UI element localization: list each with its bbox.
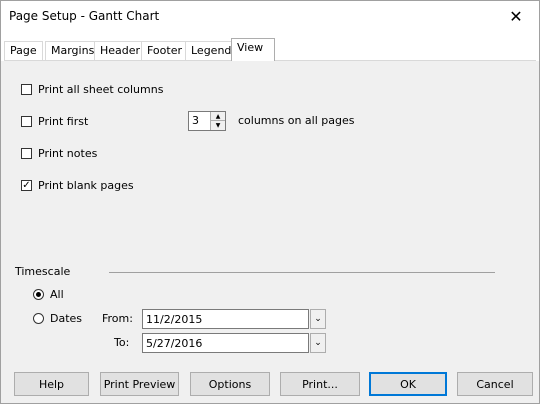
print-first-columns-value[interactable]: 3 <box>192 114 199 127</box>
tab-strip: Page Margins Header Footer Legend View <box>1 31 539 61</box>
from-date-combo[interactable]: 11/2/2015 ⌄ <box>142 309 326 329</box>
to-label: To: <box>114 336 130 349</box>
timescale-dates-row[interactable]: Dates <box>33 312 82 325</box>
window-title: Page Setup - Gantt Chart <box>9 9 160 23</box>
timescale-all-label: All <box>50 288 64 301</box>
close-icon: ✕ <box>509 6 523 26</box>
from-date-value[interactable]: 11/2/2015 <box>146 313 202 326</box>
chevron-down-icon: ⌄ <box>314 314 322 324</box>
timescale-dates-radio[interactable] <box>33 313 44 324</box>
close-button[interactable]: ✕ <box>493 1 539 31</box>
to-date-dropdown-button[interactable]: ⌄ <box>310 333 326 353</box>
print-preview-button[interactable]: Print Preview <box>100 372 179 396</box>
spinner-buttons: ▲ ▼ <box>210 112 225 130</box>
check-icon: ✓ <box>22 179 31 191</box>
print-first-columns-spinner[interactable]: 3 ▲ ▼ <box>188 111 226 131</box>
cancel-button[interactable]: Cancel <box>457 372 533 396</box>
view-panel: Print all sheet columns Print first 3 ▲ … <box>4 60 536 366</box>
print-blank-pages-row[interactable]: ✓ Print blank pages <box>21 179 134 192</box>
to-date-combo[interactable]: 5/27/2016 ⌄ <box>142 333 326 353</box>
print-first-label: Print first <box>38 115 89 128</box>
print-all-sheet-columns-label: Print all sheet columns <box>38 83 164 96</box>
ok-button[interactable]: OK <box>369 372 447 396</box>
from-date-dropdown-button[interactable]: ⌄ <box>310 309 326 329</box>
timescale-all-radio[interactable] <box>33 289 44 300</box>
columns-on-all-pages-label: columns on all pages <box>238 114 355 127</box>
timescale-dates-label: Dates <box>50 312 83 325</box>
page-setup-dialog: Page Setup - Gantt Chart ✕ Page Margins … <box>0 0 540 404</box>
print-notes-row[interactable]: Print notes <box>21 147 97 160</box>
print-all-sheet-columns-checkbox[interactable] <box>21 84 32 95</box>
from-label: From: <box>102 312 133 325</box>
timescale-group-label: Timescale <box>15 265 71 278</box>
spin-up-button[interactable]: ▲ <box>211 112 225 121</box>
tab-margins[interactable]: Margins <box>45 41 101 60</box>
chevron-down-icon: ⌄ <box>314 338 322 348</box>
print-button[interactable]: Print... <box>280 372 360 396</box>
tab-page[interactable]: Page <box>4 41 43 60</box>
print-first-checkbox[interactable] <box>21 116 32 127</box>
options-button[interactable]: Options <box>190 372 270 396</box>
print-notes-checkbox[interactable] <box>21 148 32 159</box>
print-all-sheet-columns-row[interactable]: Print all sheet columns <box>21 83 163 96</box>
help-button[interactable]: Help <box>14 372 89 396</box>
print-first-row[interactable]: Print first <box>21 115 88 128</box>
title-bar: Page Setup - Gantt Chart ✕ <box>1 1 539 31</box>
print-notes-label: Print notes <box>38 147 98 160</box>
tab-footer[interactable]: Footer <box>141 41 188 60</box>
tab-header[interactable]: Header <box>94 41 147 60</box>
tab-view[interactable]: View <box>231 38 275 61</box>
radio-selected-dot <box>36 292 41 297</box>
spin-up-icon: ▲ <box>215 113 221 120</box>
tab-legend[interactable]: Legend <box>185 41 238 60</box>
timescale-all-row[interactable]: All <box>33 288 64 301</box>
to-date-value[interactable]: 5/27/2016 <box>146 337 202 350</box>
spin-down-icon: ▼ <box>215 122 221 129</box>
timescale-divider <box>109 272 495 273</box>
spin-down-button[interactable]: ▼ <box>211 121 225 130</box>
print-blank-pages-checkbox[interactable]: ✓ <box>21 180 32 191</box>
print-blank-pages-label: Print blank pages <box>38 179 134 192</box>
